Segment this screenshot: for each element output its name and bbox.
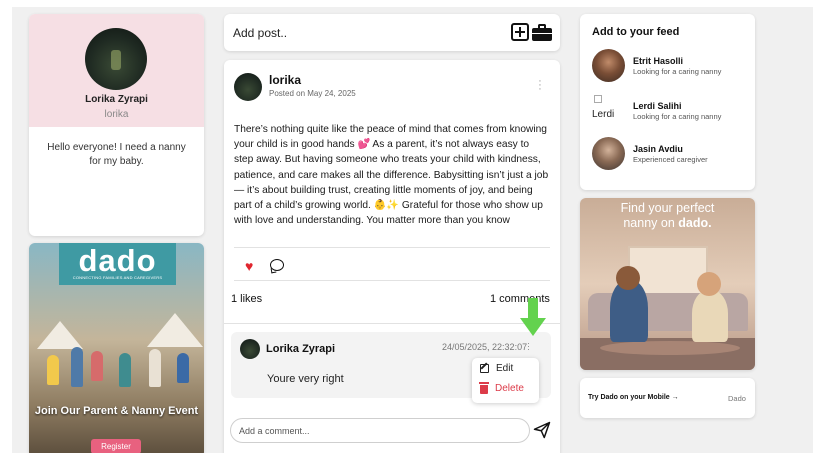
edit-label: Edit — [496, 363, 514, 374]
person-illustration — [149, 349, 161, 387]
feed-user-subtitle: Experienced caregiver — [633, 155, 708, 164]
person-illustration — [692, 290, 728, 342]
feed-suggestions-card: Add to your feed Etrit Hasolli Looking f… — [580, 14, 755, 190]
person-illustration — [91, 351, 103, 381]
mobile-promo-card: Try Dado on your Mobile → Dado — [580, 378, 755, 418]
profile-card: Lorika Zyrapi lorika Hello everyone! I n… — [29, 14, 204, 236]
feed-suggestion-item[interactable]: Etrit Hasolli Looking for a caring nanny — [592, 49, 752, 83]
profile-avatar[interactable] — [85, 28, 147, 90]
post-author-avatar[interactable] — [234, 73, 262, 101]
feed-suggestion-item[interactable]: Lerdi Lerdi Salihi Looking for a caring … — [592, 94, 752, 128]
divider — [224, 323, 560, 324]
post-author-name[interactable]: lorika — [269, 73, 301, 87]
avatar[interactable] — [592, 49, 625, 82]
register-button[interactable]: Register — [91, 439, 141, 453]
heart-icon[interactable]: ♥ — [245, 259, 253, 273]
profile-header: Lorika Zyrapi lorika — [29, 14, 204, 127]
person-illustration — [71, 347, 83, 387]
post-menu-icon[interactable]: · · · — [536, 76, 544, 95]
edit-icon — [480, 364, 489, 373]
broken-image-icon[interactable]: Lerdi — [592, 94, 626, 128]
delete-menu-item[interactable]: Delete — [479, 382, 524, 394]
person-illustration — [616, 266, 640, 290]
divider — [234, 280, 550, 281]
post-text: There’s nothing quite like the peace of … — [234, 124, 549, 227]
profile-username: lorika — [104, 109, 129, 120]
try-mobile-link[interactable]: Try Dado on your Mobile → — [588, 394, 679, 401]
feed-user-subtitle: Looking for a caring nanny — [633, 112, 722, 121]
comment-input[interactable] — [230, 418, 530, 443]
feed-user-name[interactable]: Lerdi Salihi — [633, 101, 682, 111]
profile-name[interactable]: Lorika Zyrapi — [29, 94, 204, 105]
plus-square-icon[interactable] — [511, 23, 529, 41]
mobile-brand: Dado — [728, 394, 746, 403]
feed-title: Add to your feed — [592, 26, 680, 38]
feed-suggestion-item[interactable]: Jasin Avdiu Experienced caregiver — [592, 137, 752, 171]
briefcase-icon[interactable] — [532, 24, 552, 41]
comment-bubble-icon[interactable] — [270, 259, 284, 271]
tent-illustration — [147, 313, 203, 347]
ad-headline-line1: Find your perfect — [620, 201, 715, 215]
divider — [234, 247, 550, 248]
comment-menu-icon[interactable]: · · · — [527, 339, 533, 354]
person-illustration — [177, 353, 189, 383]
nanny-ad-card[interactable]: Find your perfect nanny on dado. — [580, 198, 755, 370]
profile-bio: Hello everyone! I need a nanny for my ba… — [47, 142, 186, 167]
comment-timestamp: 24/05/2025, 22:32:07 — [442, 342, 528, 352]
edit-menu-item[interactable]: Edit — [480, 363, 513, 374]
trash-icon — [479, 382, 489, 394]
dado-tagline: CONNECTING FAMILIES AND CAREGIVERS — [72, 275, 163, 280]
delete-label: Delete — [495, 383, 524, 394]
event-banner: dado CONNECTING FAMILIES AND CAREGIVERS — [59, 243, 176, 285]
ad-headline: Find your perfect nanny on dado. — [580, 201, 755, 231]
comment-author-avatar[interactable] — [240, 339, 260, 359]
post-date: Posted on May 24, 2025 — [269, 89, 356, 98]
add-post-label[interactable]: Add post.. — [233, 26, 287, 40]
feed-user-name[interactable]: Etrit Hasolli — [633, 56, 683, 66]
avatar-alt-text: Lerdi — [592, 109, 615, 120]
likes-count[interactable]: 1 likes — [231, 293, 262, 305]
event-promo-card[interactable]: dado CONNECTING FAMILIES AND CAREGIVERS … — [29, 243, 204, 453]
person-illustration — [47, 355, 59, 385]
add-post-bar[interactable]: Add post.. — [224, 14, 560, 51]
avatar[interactable] — [592, 137, 625, 170]
event-title: Join Our Parent & Nanny Event — [34, 405, 199, 417]
tent-illustration — [37, 321, 83, 349]
dado-logo: dado — [78, 243, 157, 278]
arrow-down-icon — [520, 298, 546, 338]
person-illustration — [697, 272, 721, 296]
post-card: lorika Posted on May 24, 2025 · · · There’… — [224, 60, 560, 453]
comment-text: Youre very right — [267, 373, 344, 385]
ad-headline-line2: nanny on — [623, 216, 679, 230]
feed-user-subtitle: Looking for a caring nanny — [633, 67, 722, 76]
ad-headline-brand: dado. — [678, 216, 712, 230]
comment-author-name[interactable]: Lorika Zyrapi — [266, 343, 335, 355]
person-illustration — [119, 353, 131, 387]
send-icon[interactable] — [533, 421, 551, 439]
rug-illustration — [600, 341, 740, 355]
comment-options-menu: Edit Delete — [472, 358, 539, 403]
feed-user-name[interactable]: Jasin Avdiu — [633, 144, 683, 154]
